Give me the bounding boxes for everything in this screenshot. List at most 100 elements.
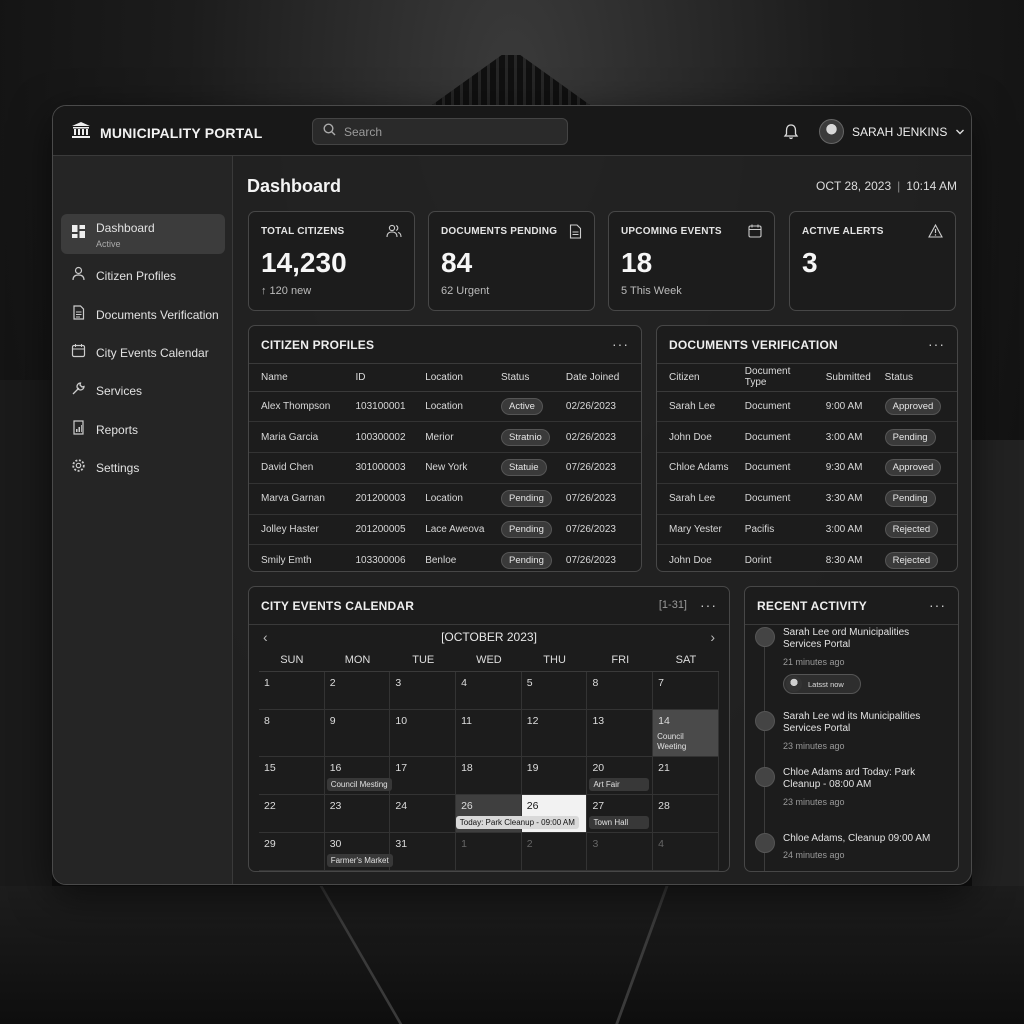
column-header[interactable]: Status (872, 364, 957, 392)
calendar-day[interactable]: 12 (521, 710, 588, 757)
table-row[interactable]: Jolley Haster 201200005 Lace Aweova Pending… (249, 514, 641, 546)
calendar-day-today[interactable]: 26 Today: Park Cleanup - 09:00 AM (455, 795, 588, 833)
column-header[interactable]: Location (413, 364, 489, 392)
table-row[interactable]: Alex Thompson 103100001 Location Active 02/2… (249, 391, 641, 423)
gear-icon (71, 458, 86, 478)
app-title: MUNICIPALITY PORTAL (100, 124, 263, 141)
sidebar-item-services[interactable]: Services (61, 371, 225, 411)
column-header[interactable]: Name (249, 364, 344, 392)
column-header[interactable]: Submitted (813, 364, 873, 392)
activity-item[interactable]: Chloe Adams, Cleanup 09:00 AM 24 minutes… (755, 833, 945, 869)
more-options-icon[interactable]: ··· (612, 336, 629, 352)
calendar-day[interactable]: 24 (390, 795, 457, 833)
stat-card-documents-pending[interactable]: DOCUMENTS PENDING 84 62 Urgent (428, 211, 595, 311)
calendar-event[interactable]: Council Weeting (657, 732, 701, 752)
column-header[interactable]: Date Joined (553, 364, 641, 392)
calendar-event[interactable]: Art Fair (589, 778, 650, 791)
latest-now-button[interactable]: Latsst now (783, 674, 861, 694)
column-header[interactable]: Document Type (732, 364, 814, 392)
user-menu[interactable]: SARAH JENKINS (819, 119, 965, 144)
calendar-event[interactable]: Town Hall (589, 816, 650, 829)
calendar-day[interactable]: 10 (390, 710, 457, 757)
calendar-event[interactable]: Council Mesting (326, 778, 392, 791)
search-input[interactable] (344, 124, 544, 139)
table-row[interactable]: John Doe Dorint 8:30 AM Rejected (657, 544, 957, 571)
calendar-event-today[interactable]: Today: Park Cleanup - 09:00 AM (455, 816, 579, 829)
calendar-day[interactable]: 8 (259, 710, 325, 757)
sidebar-item-dashboard[interactable]: Dashboard Active (61, 214, 225, 254)
table-row[interactable]: Sarah Lee Document 3:30 AM Pending (657, 483, 957, 515)
chevron-right-icon[interactable]: › (710, 629, 715, 645)
calendar-day[interactable]: 28 (653, 795, 719, 833)
activity-text: Sarah Lee wd its Municipalities Services… (783, 711, 921, 734)
column-header[interactable]: Status (489, 364, 554, 392)
cell-submitted: 3:00 AM (813, 421, 873, 454)
calendar-day[interactable]: 31 (390, 833, 457, 871)
more-options-icon[interactable]: ··· (928, 336, 945, 352)
table-header-row: Name ID Location Status Date Joined (249, 364, 641, 392)
calendar-day[interactable]: 20 Art Fair (587, 757, 654, 795)
calendar-day[interactable]: 29 (259, 833, 325, 871)
weekday-label: THU (543, 654, 566, 666)
calendar-day-next-month[interactable]: 3 (587, 833, 654, 871)
calendar-day[interactable]: 21 (653, 757, 719, 795)
table-row[interactable]: Chloe Adams Document 9:30 AM Approved (657, 452, 957, 484)
calendar-day[interactable]: 5 (521, 672, 588, 710)
table-row[interactable]: Sarah Lee Document 9:00 AM Approved (657, 391, 957, 423)
calendar-day[interactable]: 15 (259, 757, 325, 795)
calendar-icon (71, 343, 86, 363)
calendar-day[interactable]: 7 (653, 672, 719, 710)
calendar-day[interactable]: 22 (259, 795, 325, 833)
calendar-day[interactable]: 30 Farmer's Market (324, 833, 393, 871)
cell-submitted: 3:00 AM (813, 514, 873, 546)
calendar-event[interactable]: Farmer's Market (326, 854, 393, 867)
calendar-day[interactable]: 11 (456, 710, 522, 757)
table-row[interactable]: Marva Garnan 201200003 Location Pending 07/2… (249, 483, 641, 515)
calendar-day[interactable]: 8 (587, 672, 654, 710)
activity-item[interactable]: Sarah Lee wd its Municipalities Services… (755, 711, 945, 751)
cell-status: Rejected (872, 514, 957, 546)
calendar-day[interactable]: 13 (587, 710, 654, 757)
calendar-day[interactable]: 2 (324, 672, 391, 710)
more-options-icon[interactable]: ··· (929, 597, 946, 613)
sidebar-item-documents-verification[interactable]: Documents Verification (61, 295, 225, 335)
calendar-day[interactable]: 3 (390, 672, 457, 710)
day-number: 15 (264, 762, 276, 774)
stat-card-active-alerts[interactable]: ACTIVE ALERTS 3 (789, 211, 956, 311)
calendar-day-next-month[interactable]: 4 (653, 833, 719, 871)
background-road (0, 886, 1024, 1024)
day-number: 24 (395, 800, 408, 812)
calendar-day[interactable]: 16 Council Mesting (324, 757, 392, 795)
table-row[interactable]: Mary Yester Pacifis 3:00 AM Rejected (657, 514, 957, 546)
more-options-icon[interactable]: ··· (700, 597, 717, 613)
calendar-day[interactable]: 9 (324, 710, 391, 757)
table-row[interactable]: John Doe Document 3:00 AM Pending (657, 421, 957, 454)
table-row[interactable]: Maria Garcia 100300002 Merior Stratnio 02/26… (249, 421, 641, 454)
search-box[interactable] (312, 118, 568, 145)
stat-card-upcoming-events[interactable]: UPCOMING EVENTS 18 5 This Week (608, 211, 775, 311)
table-row[interactable]: David Chen 301000003 New York Statuie 07/26/… (249, 452, 641, 484)
calendar-day[interactable]: 23 (324, 795, 391, 833)
sidebar-item-reports[interactable]: Reports (61, 410, 225, 450)
calendar-day[interactable]: 27 Town Hall (587, 795, 654, 833)
calendar-day[interactable]: 1 (259, 672, 325, 710)
calendar-day[interactable]: 4 (456, 672, 522, 710)
calendar-day-highlighted[interactable]: 14 Council Weeting (653, 710, 719, 757)
column-header[interactable]: ID (343, 364, 414, 392)
activity-item[interactable]: Chloe Adams ard Today: Park Cleanup - 08… (755, 767, 945, 807)
activity-item[interactable]: Sarah Lee ord Municipalities Services Po… (755, 627, 945, 702)
notifications-bell-icon[interactable] (783, 123, 799, 145)
calendar-day[interactable]: 18 (456, 757, 522, 795)
calendar-day-next-month[interactable]: 1 (456, 833, 522, 871)
sidebar-item-settings[interactable]: Settings (61, 448, 225, 488)
table-row[interactable]: Smily Emth 103300006 Benloe Pending 07/26/20… (249, 544, 641, 571)
brand[interactable]: MUNICIPALITY PORTAL (71, 121, 262, 144)
calendar-day[interactable]: 19 (521, 757, 588, 795)
calendar-day-next-month[interactable]: 2 (521, 833, 588, 871)
sidebar-item-citizen-profiles[interactable]: Citizen Profiles (61, 256, 225, 296)
activity-avatar (755, 833, 775, 853)
stat-card-total-citizens[interactable]: TOTAL CITIZENS 14,230 ↑ 120 new (248, 211, 415, 311)
sidebar-item-city-events-calendar[interactable]: City Events Calendar (61, 333, 225, 373)
column-header[interactable]: Citizen (657, 364, 733, 392)
calendar-day[interactable]: 17 (390, 757, 457, 795)
